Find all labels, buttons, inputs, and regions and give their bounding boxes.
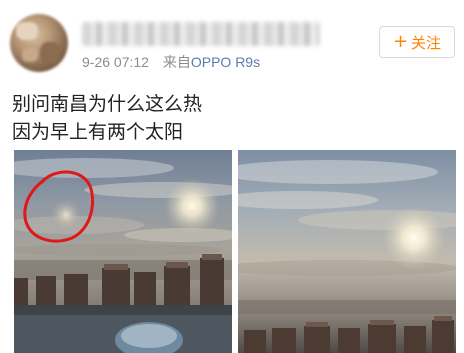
sky-photo-with-red-circle-icon bbox=[14, 150, 232, 353]
sky-photo-icon bbox=[238, 150, 456, 353]
post-text: 别问南昌为什么这么热 因为早上有两个太阳 bbox=[12, 90, 202, 146]
post-time: 9-26 07:12 bbox=[82, 54, 149, 70]
username-blurred[interactable] bbox=[82, 22, 320, 46]
post-image-1[interactable] bbox=[14, 150, 232, 353]
weibo-post: 9-26 07:12 来自OPPO R9s + 关注 别问南昌为什么这么热 因为… bbox=[0, 0, 464, 353]
post-meta: 9-26 07:12 来自OPPO R9s bbox=[82, 52, 260, 72]
post-source-prefix: 来自 bbox=[162, 54, 191, 70]
avatar-blur-shape bbox=[22, 48, 38, 62]
follow-button[interactable]: + 关注 bbox=[379, 26, 455, 58]
post-text-line: 别问南昌为什么这么热 bbox=[12, 93, 203, 115]
avatar[interactable] bbox=[10, 14, 68, 72]
post-device-link[interactable]: OPPO R9s bbox=[191, 54, 260, 70]
post-image-2[interactable] bbox=[238, 150, 456, 353]
avatar-blur-shape bbox=[40, 42, 60, 64]
post-text-line: 因为早上有两个太阳 bbox=[12, 121, 184, 143]
follow-button-label: 关注 bbox=[411, 33, 442, 52]
avatar-blur-shape bbox=[16, 22, 38, 40]
plus-icon: + bbox=[392, 31, 409, 52]
